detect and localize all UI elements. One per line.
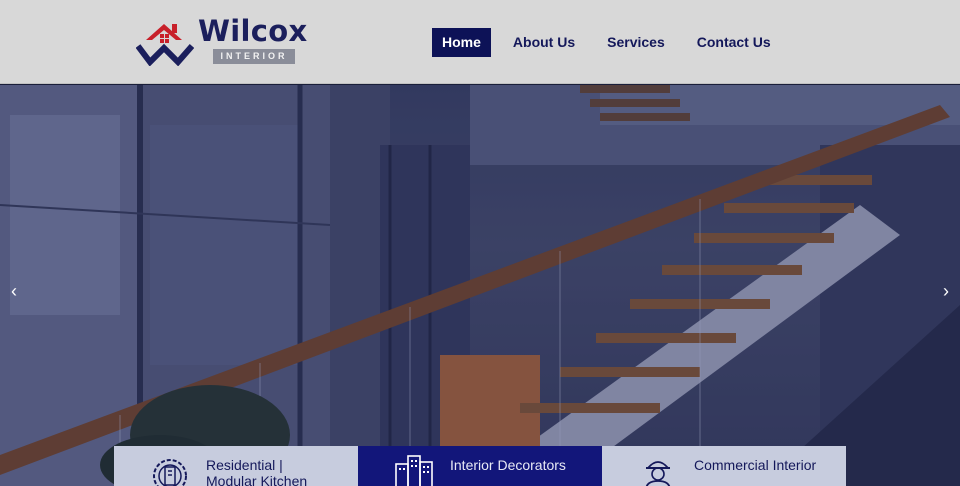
hero-tint bbox=[0, 85, 960, 486]
nav-about-us[interactable]: About Us bbox=[503, 28, 585, 57]
service-card-commercial[interactable]: Commercial Interior bbox=[602, 446, 846, 486]
brand-name: Wilcox bbox=[198, 14, 308, 48]
nav-home[interactable]: Home bbox=[432, 28, 491, 57]
hero-slider: ‹ › bbox=[0, 85, 960, 486]
service-label: Interior Decorators bbox=[450, 457, 566, 473]
chevron-right-icon[interactable]: › bbox=[936, 281, 956, 301]
chevron-left-icon[interactable]: ‹ bbox=[4, 281, 24, 301]
service-card-interior-decorators[interactable]: Interior Decorators bbox=[358, 446, 602, 486]
gear-building-icon bbox=[153, 459, 187, 486]
buildings-icon bbox=[395, 455, 433, 486]
service-label: Residential | Modular Kitchen bbox=[206, 457, 308, 486]
worker-icon bbox=[645, 461, 671, 486]
nav-contact-us[interactable]: Contact Us bbox=[687, 28, 781, 57]
main-nav: Home About Us Services Contact Us bbox=[432, 28, 793, 57]
logo[interactable]: Wilcox INTERIOR bbox=[136, 14, 316, 68]
brand-tagline: INTERIOR bbox=[213, 49, 295, 64]
house-logo-icon bbox=[136, 24, 194, 66]
service-cards: Residential | Modular Kitchen Interior D… bbox=[114, 446, 846, 486]
service-card-residential[interactable]: Residential | Modular Kitchen bbox=[114, 446, 358, 486]
service-label: Commercial Interior bbox=[694, 457, 817, 473]
nav-services[interactable]: Services bbox=[597, 28, 675, 57]
site-header: Wilcox INTERIOR Home About Us Services C… bbox=[0, 0, 960, 84]
